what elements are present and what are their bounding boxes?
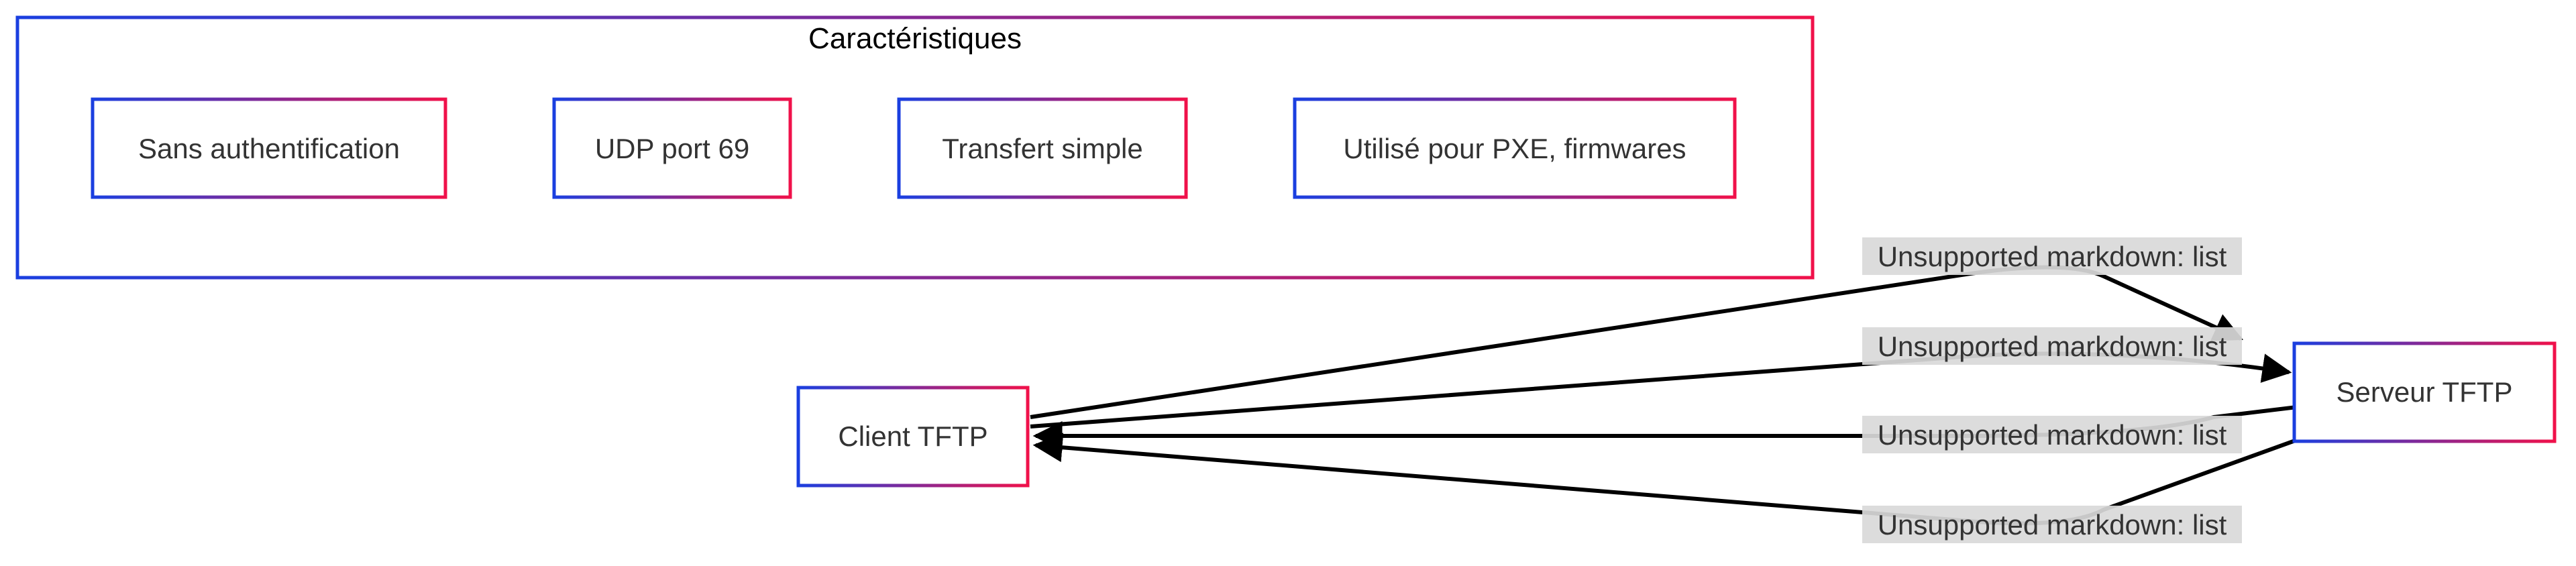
tftp-diagram: Caractéristiques Sans authentification U… bbox=[15, 15, 2557, 543]
node-label: UDP port 69 bbox=[595, 133, 749, 164]
node-client-tftp: Client TFTP bbox=[796, 386, 1030, 488]
edge-label-2: Unsupported markdown: list bbox=[1862, 327, 2242, 365]
edges bbox=[1030, 265, 2298, 526]
edge-label-text: Unsupported markdown: list bbox=[1878, 241, 2227, 272]
edge-label-1: Unsupported markdown: list bbox=[1862, 237, 2242, 275]
node-sans-authentification: Sans authentification bbox=[91, 97, 447, 199]
node-utilise-pour-pxe: Utilisé pour PXE, firmwares bbox=[1293, 97, 1737, 199]
node-label: Serveur TFTP bbox=[2337, 376, 2513, 408]
node-transfert-simple: Transfert simple bbox=[897, 97, 1188, 199]
cluster-caracteristiques: Caractéristiques Sans authentification U… bbox=[15, 15, 1815, 280]
node-serveur-tftp: Serveur TFTP bbox=[2292, 341, 2557, 443]
edge-label-text: Unsupported markdown: list bbox=[1878, 331, 2227, 362]
node-label: Utilisé pour PXE, firmwares bbox=[1343, 133, 1686, 164]
edge-label-4: Unsupported markdown: list bbox=[1862, 506, 2242, 543]
cluster-title: Caractéristiques bbox=[808, 22, 1022, 55]
edge-label-text: Unsupported markdown: list bbox=[1878, 509, 2227, 541]
node-label: Sans authentification bbox=[138, 133, 400, 164]
node-label: Client TFTP bbox=[838, 420, 987, 452]
node-udp-port-69: UDP port 69 bbox=[552, 97, 792, 199]
edge-label-3: Unsupported markdown: list bbox=[1862, 416, 2242, 453]
node-label: Transfert simple bbox=[942, 133, 1143, 164]
edge-label-text: Unsupported markdown: list bbox=[1878, 419, 2227, 451]
